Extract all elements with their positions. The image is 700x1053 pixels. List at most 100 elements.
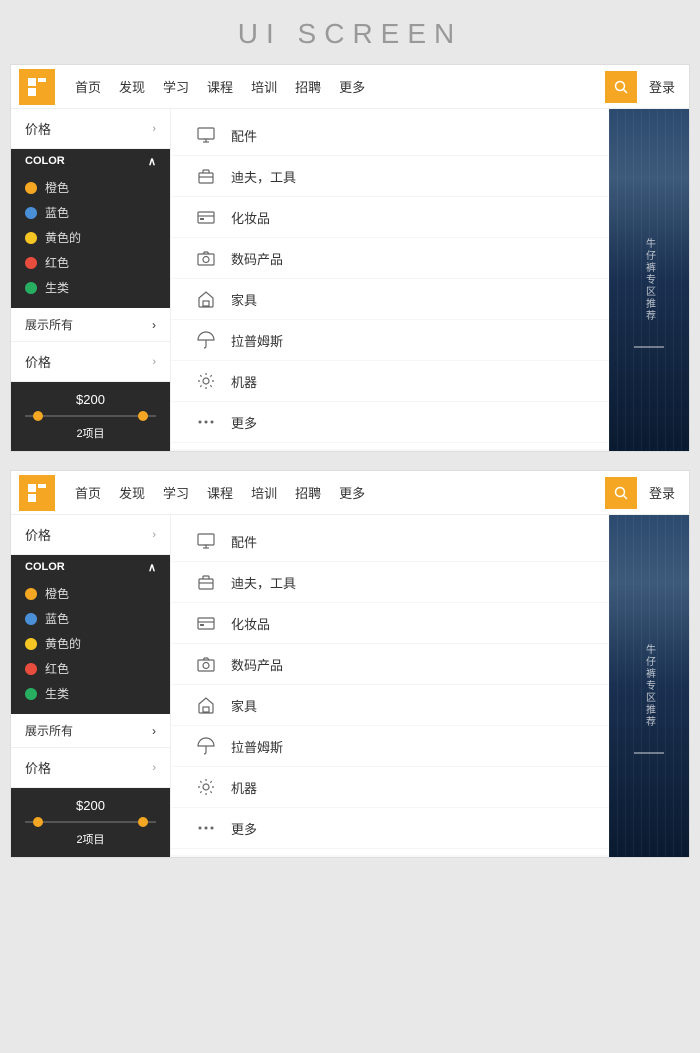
nav-discover-2[interactable]: 发现 — [119, 483, 145, 502]
search-button[interactable] — [605, 71, 637, 103]
nav-discover[interactable]: 发现 — [119, 77, 145, 96]
nav-train[interactable]: 培训 — [251, 77, 277, 96]
nav-home-2[interactable]: 首页 — [75, 483, 101, 502]
nav-recruit-2[interactable]: 招聘 — [295, 483, 321, 502]
dropdown-item-furniture-b[interactable]: 家具 — [171, 685, 609, 726]
slider-dot-right-b[interactable] — [138, 817, 148, 827]
dropdown-item-more[interactable]: 更多 — [171, 402, 609, 443]
jeans-accent-2 — [634, 752, 664, 754]
dropdown-item-digital-b[interactable]: 数码产品 — [171, 644, 609, 685]
color-red-b[interactable]: 红色 — [25, 656, 156, 681]
dropdown-item-machinery-b[interactable]: 机器 — [171, 767, 609, 808]
nav-recruit[interactable]: 招聘 — [295, 77, 321, 96]
color-yellow-label: 黄色的 — [45, 229, 81, 246]
slider-dot-left[interactable] — [33, 411, 43, 421]
nav-learn-2[interactable]: 学习 — [163, 483, 189, 502]
gear-icon-b — [195, 776, 217, 798]
main-area-1: 价格 › COLOR ∧ 橙色 蓝色 黄色的 红色 — [11, 109, 689, 451]
login-button-2[interactable]: 登录 — [643, 483, 681, 502]
dropdown-area-1: 配件 迪夫，工具 — [171, 109, 609, 451]
price-arrow: › — [152, 123, 156, 135]
slider-dot-left-b[interactable] — [33, 817, 43, 827]
dropdown-menu-2: 配件 迪夫，工具 — [171, 515, 609, 855]
color-blue-label: 蓝色 — [45, 204, 69, 221]
price-item-count: 2项目 — [25, 425, 156, 441]
screen-1: 首页 发现 学习 课程 培训 招聘 更多 登录 价格 › COLO — [10, 64, 690, 452]
sidebar-price-row[interactable]: 价格 › — [11, 109, 170, 149]
dropdown-item-cosmetics[interactable]: 化妆品 — [171, 197, 609, 238]
nav-more-2[interactable]: 更多 — [339, 483, 365, 502]
sidebar-price-row-b[interactable]: 价格 › — [11, 515, 170, 555]
side-image-2: 牛仔裤专区推荐 — [609, 515, 689, 857]
color-red-label: 红色 — [45, 254, 69, 271]
dropdown-item-tools[interactable]: 迪夫，工具 — [171, 156, 609, 197]
briefcase-icon — [195, 165, 217, 187]
color-section-title-b: COLOR ∧ — [11, 555, 170, 577]
dropdown-item-furniture[interactable]: 家具 — [171, 279, 609, 320]
color-green-b[interactable]: 生类 — [25, 681, 156, 706]
furniture-label-b: 家具 — [231, 696, 257, 715]
nav-course-2[interactable]: 课程 — [207, 483, 233, 502]
sidebar-price-row2[interactable]: 价格 › — [11, 342, 170, 382]
more-label-b: 更多 — [231, 819, 257, 838]
logo-2[interactable] — [19, 475, 55, 511]
price-arrow-b: › — [152, 529, 156, 541]
color-red[interactable]: 红色 — [25, 250, 156, 275]
price-range-slider[interactable] — [25, 415, 156, 417]
umbrellas-label: 拉普姆斯 — [231, 331, 283, 350]
show-all-row[interactable]: 展示所有 › — [11, 308, 170, 342]
orange-dot — [25, 182, 37, 194]
jeans-image-1: 牛仔裤专区推荐 — [609, 109, 689, 451]
show-all-label: 展示所有 — [25, 316, 73, 333]
color-yellow[interactable]: 黄色的 — [25, 225, 156, 250]
logo[interactable] — [19, 69, 55, 105]
color-green-label: 生类 — [45, 279, 69, 296]
dropdown-item-umbrellas[interactable]: 拉普姆斯 — [171, 320, 609, 361]
search-button-2[interactable] — [605, 477, 637, 509]
nav-more[interactable]: 更多 — [339, 77, 365, 96]
dropdown-item-cosmetics-b[interactable]: 化妆品 — [171, 603, 609, 644]
nav-learn[interactable]: 学习 — [163, 77, 189, 96]
color-orange-label: 橙色 — [45, 179, 69, 196]
jeans-text-1: 牛仔裤专区推荐 — [642, 238, 657, 322]
color-yellow-b[interactable]: 黄色的 — [25, 631, 156, 656]
color-yellow-label-b: 黄色的 — [45, 635, 81, 652]
sidebar-price-row2-b[interactable]: 价格 › — [11, 748, 170, 788]
dropdown-item-umbrellas-b[interactable]: 拉普姆斯 — [171, 726, 609, 767]
color-green[interactable]: 生类 — [25, 275, 156, 300]
umbrella-icon — [195, 329, 217, 351]
dropdown-item-machinery[interactable]: 机器 — [171, 361, 609, 402]
accessories-label-b: 配件 — [231, 532, 257, 551]
show-all-arrow-b: › — [152, 724, 156, 738]
color-blue-b[interactable]: 蓝色 — [25, 606, 156, 631]
login-button[interactable]: 登录 — [643, 77, 681, 96]
gear-icon — [195, 370, 217, 392]
yellow-dot — [25, 232, 37, 244]
dropdown-menu-1: 配件 迪夫，工具 — [171, 109, 609, 449]
dropdown-item-digital[interactable]: 数码产品 — [171, 238, 609, 279]
color-blue[interactable]: 蓝色 — [25, 200, 156, 225]
monitor-icon — [195, 124, 217, 146]
jeans-image-2: 牛仔裤专区推荐 — [609, 515, 689, 857]
nav-home[interactable]: 首页 — [75, 77, 101, 96]
home-icon-b — [195, 694, 217, 716]
dropdown-item-more-b[interactable]: 更多 — [171, 808, 609, 849]
color-collapse[interactable]: ∧ — [148, 155, 156, 168]
dropdown-item-accessories[interactable]: 配件 — [171, 115, 609, 156]
machinery-label-b: 机器 — [231, 778, 257, 797]
dropdown-item-accessories-b[interactable]: 配件 — [171, 521, 609, 562]
furniture-label: 家具 — [231, 290, 257, 309]
nav-course[interactable]: 课程 — [207, 77, 233, 96]
nav-train-2[interactable]: 培训 — [251, 483, 277, 502]
price-slider-section-b: $200 2项目 — [11, 788, 170, 857]
show-all-row-b[interactable]: 展示所有 › — [11, 714, 170, 748]
dropdown-item-tools-b[interactable]: 迪夫，工具 — [171, 562, 609, 603]
color-orange[interactable]: 橙色 — [25, 175, 156, 200]
color-collapse-b[interactable]: ∧ — [148, 561, 156, 574]
price-range-slider-b[interactable] — [25, 821, 156, 823]
green-dot-b — [25, 688, 37, 700]
color-orange-b[interactable]: 橙色 — [25, 581, 156, 606]
nav-right-2: 登录 — [605, 477, 681, 509]
card-icon-b — [195, 612, 217, 634]
slider-dot-right[interactable] — [138, 411, 148, 421]
